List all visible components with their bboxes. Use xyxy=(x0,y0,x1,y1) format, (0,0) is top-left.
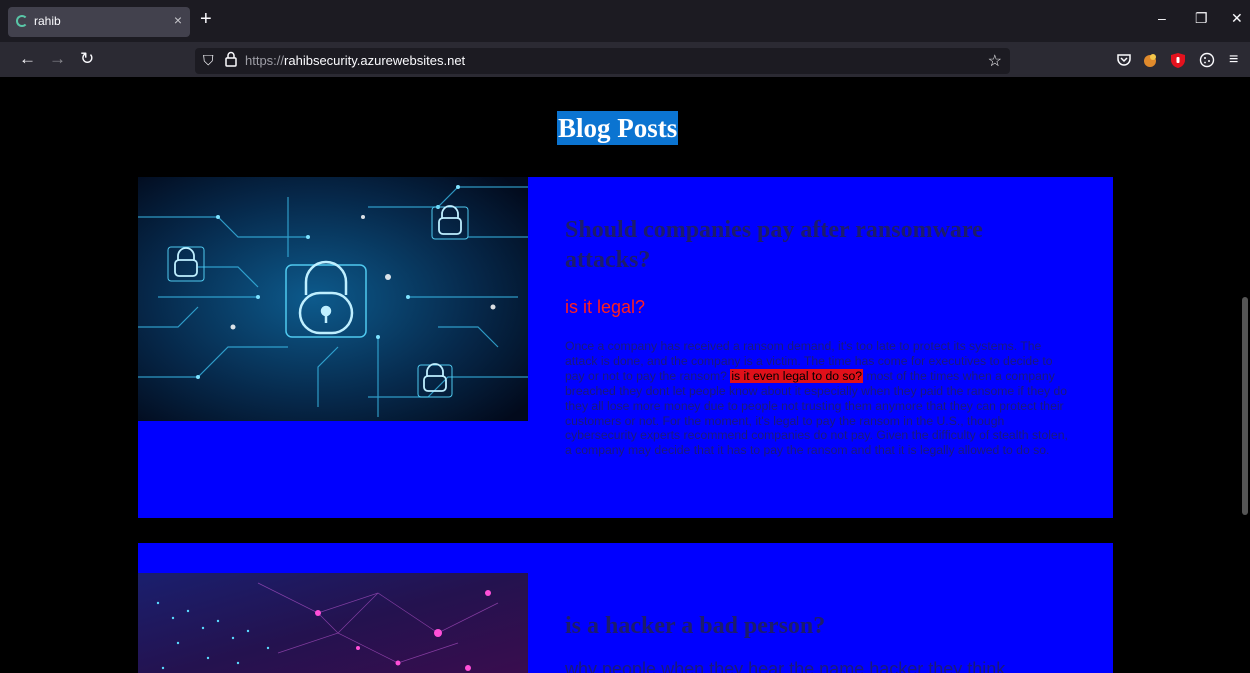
tracking-shield-icon[interactable]: ⛉ xyxy=(203,52,214,69)
ublock-icon[interactable] xyxy=(1170,52,1186,69)
circuit-lock-image xyxy=(138,177,528,421)
cookie-icon[interactable] xyxy=(1199,52,1215,68)
url-host: rahibsecurity.azurewebsites.net xyxy=(284,53,466,68)
tab-bar: rahib × + – ❐ ✕ xyxy=(0,0,1250,42)
url-text[interactable]: https://rahibsecurity.azurewebsites.net xyxy=(245,53,465,68)
site-favicon-icon xyxy=(16,15,28,27)
reload-button[interactable]: ↻ xyxy=(80,50,94,68)
pocket-icon[interactable] xyxy=(1116,52,1132,68)
post-title: is a hacker a bad person? xyxy=(565,613,826,639)
post-title: Should companies pay after ransomware at… xyxy=(565,217,983,273)
page-title: Blog Posts xyxy=(557,111,679,145)
lock-icon[interactable] xyxy=(225,51,237,67)
tab-title: rahib xyxy=(34,14,61,28)
scrollbar-thumb[interactable] xyxy=(1242,297,1248,515)
address-bar[interactable]: ⛉ https://rahibsecurity.azurewebsites.ne… xyxy=(195,48,1010,74)
forward-button[interactable]: → xyxy=(49,50,66,68)
minimize-button[interactable]: – xyxy=(1158,10,1166,26)
scrollbar[interactable] xyxy=(1239,77,1250,673)
url-protocol: https:// xyxy=(245,53,285,68)
menu-icon[interactable]: ≡ xyxy=(1229,52,1238,68)
browser-chrome: rahib × + – ❐ ✕ ← → ↻ ⛉ https://rahibsec… xyxy=(0,0,1250,77)
post-subtitle: is it legal? xyxy=(565,297,646,317)
close-window-button[interactable]: ✕ xyxy=(1231,10,1243,27)
tab-close-icon[interactable]: × xyxy=(174,12,182,28)
new-tab-button[interactable]: + xyxy=(200,9,212,29)
blog-post-card: Should companies pay after ransomware at… xyxy=(138,177,1113,518)
restore-button[interactable]: ❐ xyxy=(1195,10,1208,27)
post-body: Once a company has received a ransom dem… xyxy=(565,339,1075,458)
back-button[interactable]: ← xyxy=(19,50,36,68)
post-body-highlight: is it even legal to do so? xyxy=(730,368,864,383)
bookmark-star-icon[interactable]: ☆ xyxy=(988,51,1002,71)
post-body: why people when they hear the name hacke… xyxy=(565,659,1006,673)
blog-post-card: is a hacker a bad person? why people whe… xyxy=(138,543,1113,673)
page-viewport: Blog Posts Should companies pay after ra… xyxy=(0,77,1250,673)
extension-icon[interactable] xyxy=(1141,52,1159,68)
tab-rahib[interactable]: rahib × xyxy=(8,7,190,37)
network-particles-image xyxy=(138,573,528,673)
